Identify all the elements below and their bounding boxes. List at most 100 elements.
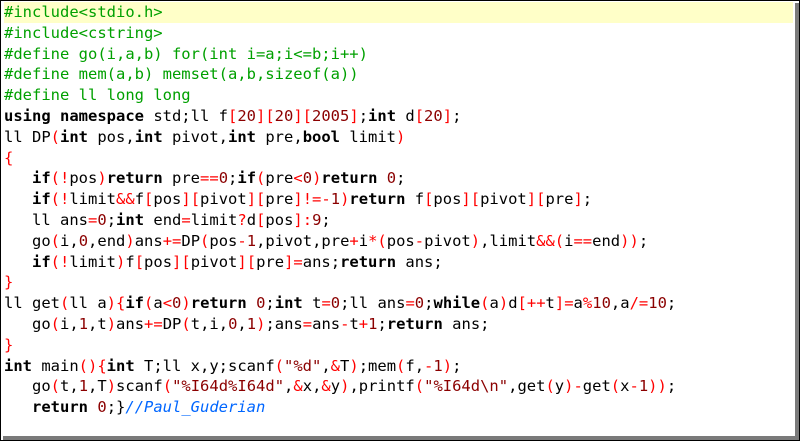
code-token-identifier: x, <box>302 377 322 396</box>
code-token-operator: & <box>293 377 303 396</box>
code-line-13: if(!limit)f[pos][pivot][pre]=ans;return … <box>4 252 793 273</box>
code-token-identifier: f <box>134 190 145 209</box>
code-token-operator: } <box>4 335 14 354</box>
code-token-operator: ] <box>573 190 583 209</box>
code-token-identifier: t <box>545 294 555 313</box>
code-token-identifier: t,i, <box>190 314 229 333</box>
code-token-operator: = <box>405 294 415 313</box>
code-token-operator: ]!=- <box>293 190 331 209</box>
code-token-operator: ) <box>470 231 481 250</box>
code-token-operator: += <box>162 231 182 250</box>
code-token-identifier: ; <box>265 294 275 313</box>
code-token-identifier: T;ll x,y;scanf <box>134 356 275 375</box>
code-token-operator: ) <box>498 294 509 313</box>
code-token-keyword: bool <box>302 127 341 146</box>
code-line-11: ll ans=0;int end=limit?d[pos]:9; <box>4 210 793 231</box>
code-token-keyword: int <box>274 294 303 313</box>
code-token-identifier: get <box>582 377 611 396</box>
code-token-keyword: using namespace <box>4 106 144 125</box>
code-token-identifier: pre <box>265 169 294 188</box>
code-token-operator: ( <box>200 231 210 250</box>
code-token-operator: += <box>144 314 163 333</box>
code-token-operator: - <box>629 377 639 396</box>
code-token-operator: )) <box>648 377 667 396</box>
code-token-operator: ( <box>60 294 70 313</box>
code-token-identifier <box>4 253 32 271</box>
code-token-identifier: ans <box>116 314 145 333</box>
code-token-identifier: pos <box>265 210 294 229</box>
code-token-identifier: ; <box>106 210 117 229</box>
code-token-identifier: a <box>489 294 499 313</box>
code-line-6: using namespace std;ll f[20][20][2005];i… <box>4 106 793 127</box>
code-token-operator: ( <box>545 377 555 396</box>
code-token-identifier: y <box>554 377 565 396</box>
code-token-identifier <box>88 398 97 416</box>
code-token-operator: ][ <box>181 190 201 209</box>
code-token-number: 0 <box>330 294 341 313</box>
code-token-operator: [ <box>144 190 154 209</box>
code-token-identifier: T <box>340 356 350 375</box>
code-token-identifier: pos, <box>88 127 135 146</box>
code-token-identifier: ans; <box>442 314 490 333</box>
code-token-operator: (! <box>50 169 70 188</box>
code-token-comment: //Paul_Guderian <box>125 398 266 417</box>
code-token-operator: ][ <box>293 106 313 125</box>
code-token-operator: [ <box>256 210 266 229</box>
code-token-operator: *( <box>368 231 387 250</box>
code-line-1: #include<stdio.h> <box>4 2 793 23</box>
code-line-19: go(t,1,T)scanf("%I64d%I64d",&x,&y),print… <box>4 376 793 397</box>
code-token-number: 1 <box>638 377 649 396</box>
code-token-identifier: go <box>4 377 51 396</box>
code-token-keyword: int <box>106 356 135 375</box>
code-token-operator: - <box>424 356 434 375</box>
code-token-number: 0 <box>228 314 238 333</box>
code-line-9: if(!pos)return pre==0;if(pre<0)return 0; <box>4 168 793 189</box>
code-token-identifier <box>247 294 256 312</box>
code-token-operator: ( <box>50 377 61 396</box>
code-token-identifier: pivot <box>424 231 471 250</box>
code-token-identifier: pre <box>265 190 294 209</box>
code-token-operator: ( <box>274 356 284 375</box>
code-token-number: 20 <box>424 106 443 125</box>
code-token-identifier: f, <box>405 356 425 375</box>
code-token-number: 20 <box>237 106 256 125</box>
code-token-operator: ][ <box>256 106 275 125</box>
code-token-identifier: ; <box>377 314 387 333</box>
code-token-identifier: ;ans <box>265 314 303 333</box>
code-editor[interactable]: #include<stdio.h> #include<cstring> #defin… <box>4 2 793 434</box>
code-token-string: "%d" <box>284 356 322 375</box>
code-token-identifier: ; <box>321 210 331 229</box>
code-token-operator: == <box>200 169 219 188</box>
code-token-keyword: return <box>190 294 247 313</box>
code-token-operator: ][ <box>172 252 191 271</box>
code-token-identifier: ,printf <box>349 377 415 396</box>
code-token-identifier <box>4 190 32 208</box>
code-token-string: "%I64d%I64d" <box>172 377 285 396</box>
code-token-identifier: ;mem <box>358 356 397 375</box>
code-token-operator: ) <box>116 252 126 271</box>
code-token-identifier: ,limit <box>480 231 537 250</box>
code-token-operator: ? <box>237 210 247 229</box>
code-token-number: 1 <box>246 231 257 250</box>
code-token-keyword: int <box>4 356 32 375</box>
code-token-number: 2005 <box>312 106 350 125</box>
code-token-keyword: if <box>125 294 145 313</box>
code-token-keyword: return <box>349 190 406 209</box>
code-token-keyword: return <box>321 169 378 188</box>
code-token-operator: (! <box>50 252 70 271</box>
code-token-identifier: go <box>4 314 51 333</box>
code-token-number: 0 <box>414 294 425 313</box>
code-token-operator: [ <box>227 106 238 125</box>
code-token-number: 10 <box>648 294 667 313</box>
code-token-operator: ( <box>162 377 173 396</box>
code-line-5: #define ll long long <box>4 85 793 106</box>
code-token-identifier: ll ans <box>4 210 88 229</box>
code-token-operator: ]= <box>554 294 574 313</box>
code-token-operator: - <box>237 231 247 250</box>
code-token-identifier: a <box>153 294 163 313</box>
code-token-identifier: ans; <box>302 252 341 271</box>
code-token-operator: ][ <box>461 190 481 209</box>
code-token-operator: < <box>162 294 173 313</box>
code-token-operator: (! <box>50 190 70 209</box>
code-token-preprocessor: #include<stdio.h> <box>4 3 163 21</box>
